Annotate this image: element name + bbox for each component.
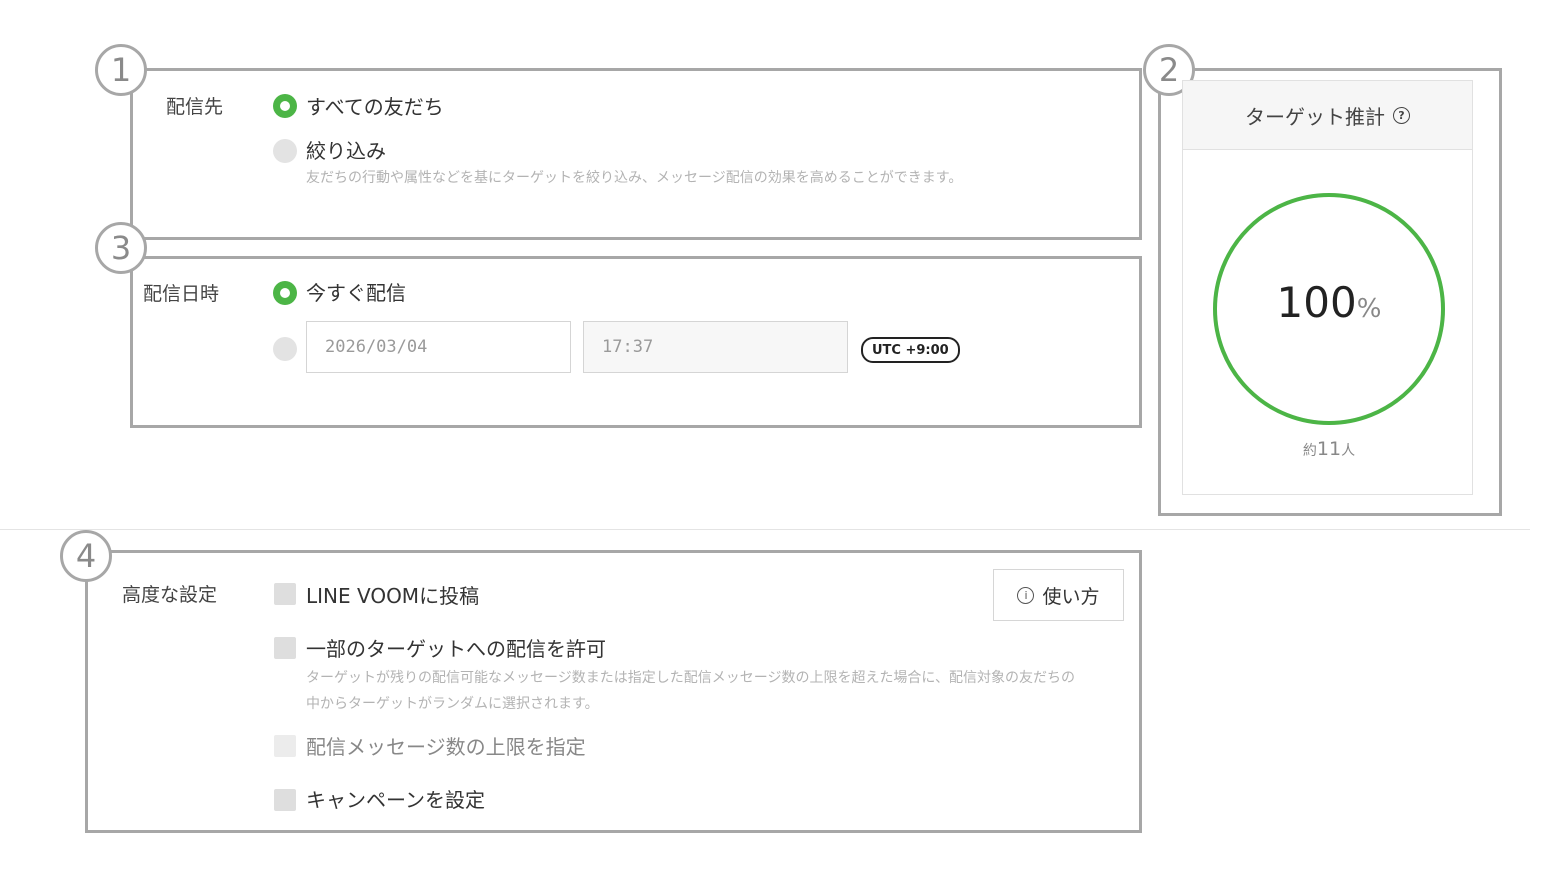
step-badge-3: 3 [95, 222, 147, 274]
timezone-badge: UTC +9:00 [861, 337, 960, 363]
limit-label: 配信メッセージ数の上限を指定 [306, 735, 586, 759]
campaign-label[interactable]: キャンペーンを設定 [306, 784, 485, 813]
percent-unit: % [1356, 294, 1382, 324]
time-input[interactable]: 17:37 [583, 321, 848, 373]
narrow-label[interactable]: 絞り込み [306, 135, 386, 164]
all-friends-label[interactable]: すべての友だち [306, 91, 444, 120]
count-prefix: 約 [1302, 443, 1317, 459]
partial-checkbox[interactable] [274, 637, 296, 659]
datetime-label: 配信日時 [143, 283, 220, 305]
narrow-description: 友だちの行動や属性などを基にターゲットを絞り込み、メッセージ配信の効果を高めるこ… [306, 170, 963, 186]
info-circle-icon: i [1017, 586, 1035, 604]
line-voom-checkbox[interactable] [274, 583, 296, 605]
advanced-label: 高度な設定 [122, 584, 218, 606]
howto-button-label: 使い方 [1042, 585, 1100, 608]
campaign-checkbox[interactable] [274, 789, 296, 811]
destination-label: 配信先 [166, 96, 224, 118]
scheduled-radio[interactable] [273, 337, 297, 361]
question-circle-icon[interactable]: ? [1393, 106, 1410, 124]
howto-button[interactable]: i 使い方 [993, 569, 1124, 621]
narrow-radio[interactable] [273, 139, 297, 163]
target-percent: 100% [1212, 278, 1446, 327]
line-voom-label[interactable]: LINE VOOMに投稿 [306, 580, 479, 609]
percent-number: 100 [1276, 278, 1357, 327]
target-title: ターゲット推計 [1245, 104, 1385, 129]
send-now-radio[interactable] [273, 281, 297, 305]
count-suffix: 人 [1341, 443, 1356, 459]
all-friends-radio[interactable] [273, 94, 297, 118]
partial-label[interactable]: 一部のターゲットへの配信を許可 [306, 633, 606, 662]
step-badge-4: 4 [60, 530, 112, 582]
target-card-header: ターゲット推計 ? [1183, 81, 1472, 150]
step-badge-1: 1 [95, 44, 147, 96]
partial-description: ターゲットが残りの配信可能なメッセージ数または指定した配信メッセージ数の上限を超… [306, 670, 1076, 712]
send-now-label[interactable]: 今すぐ配信 [306, 277, 406, 306]
limit-checkbox [274, 735, 296, 757]
target-count: 約11人 [1212, 438, 1446, 460]
count-number: 11 [1316, 438, 1342, 460]
date-input[interactable]: 2026/03/04 [306, 321, 571, 373]
section-divider [0, 529, 1530, 530]
